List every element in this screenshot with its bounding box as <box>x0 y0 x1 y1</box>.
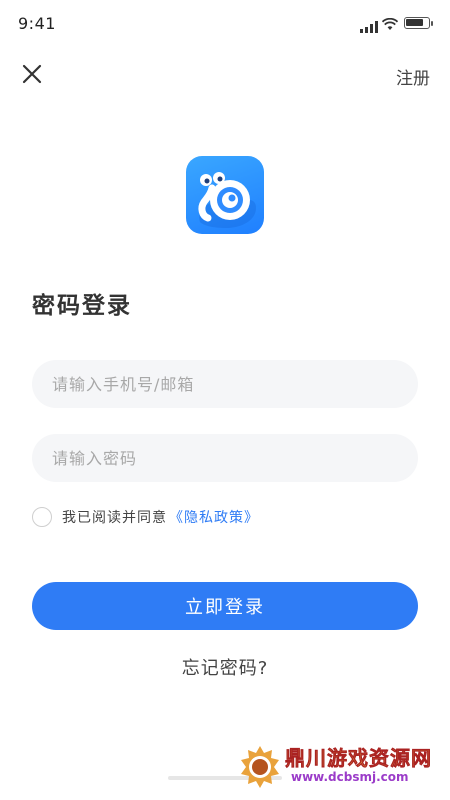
close-icon <box>22 64 42 84</box>
page-title: 密码登录 <box>32 293 132 319</box>
agreement-row: 我已阅读并同意 《隐私政策》 <box>32 505 259 529</box>
privacy-policy-link[interactable]: 《隐私政策》 <box>169 507 259 527</box>
status-time: 9:41 <box>18 14 56 33</box>
site-logo-icon <box>241 746 279 788</box>
signal-icon <box>360 18 378 37</box>
wifi-icon <box>381 16 399 35</box>
password-input[interactable] <box>32 434 418 482</box>
status-bar: 9:41 <box>0 0 450 44</box>
watermark: 鼎川游戏资源网 www.dcbsmj.com <box>237 740 442 792</box>
watermark-url: www.dcbsmj.com <box>291 770 409 784</box>
forgot-password-link[interactable]: 忘记密码? <box>0 654 450 680</box>
login-button[interactable]: 立即登录 <box>32 582 418 630</box>
battery-level-fill <box>406 19 423 26</box>
agree-checkbox[interactable] <box>32 507 52 527</box>
account-input[interactable] <box>32 360 418 408</box>
register-link[interactable]: 注册 <box>396 64 430 89</box>
battery-icon <box>404 17 433 29</box>
agree-text: 我已阅读并同意 <box>62 510 167 526</box>
snail-logo-icon <box>198 172 256 228</box>
close-button[interactable] <box>20 62 44 86</box>
watermark-title: 鼎川游戏资源网 <box>285 746 432 771</box>
app-logo <box>186 156 264 234</box>
